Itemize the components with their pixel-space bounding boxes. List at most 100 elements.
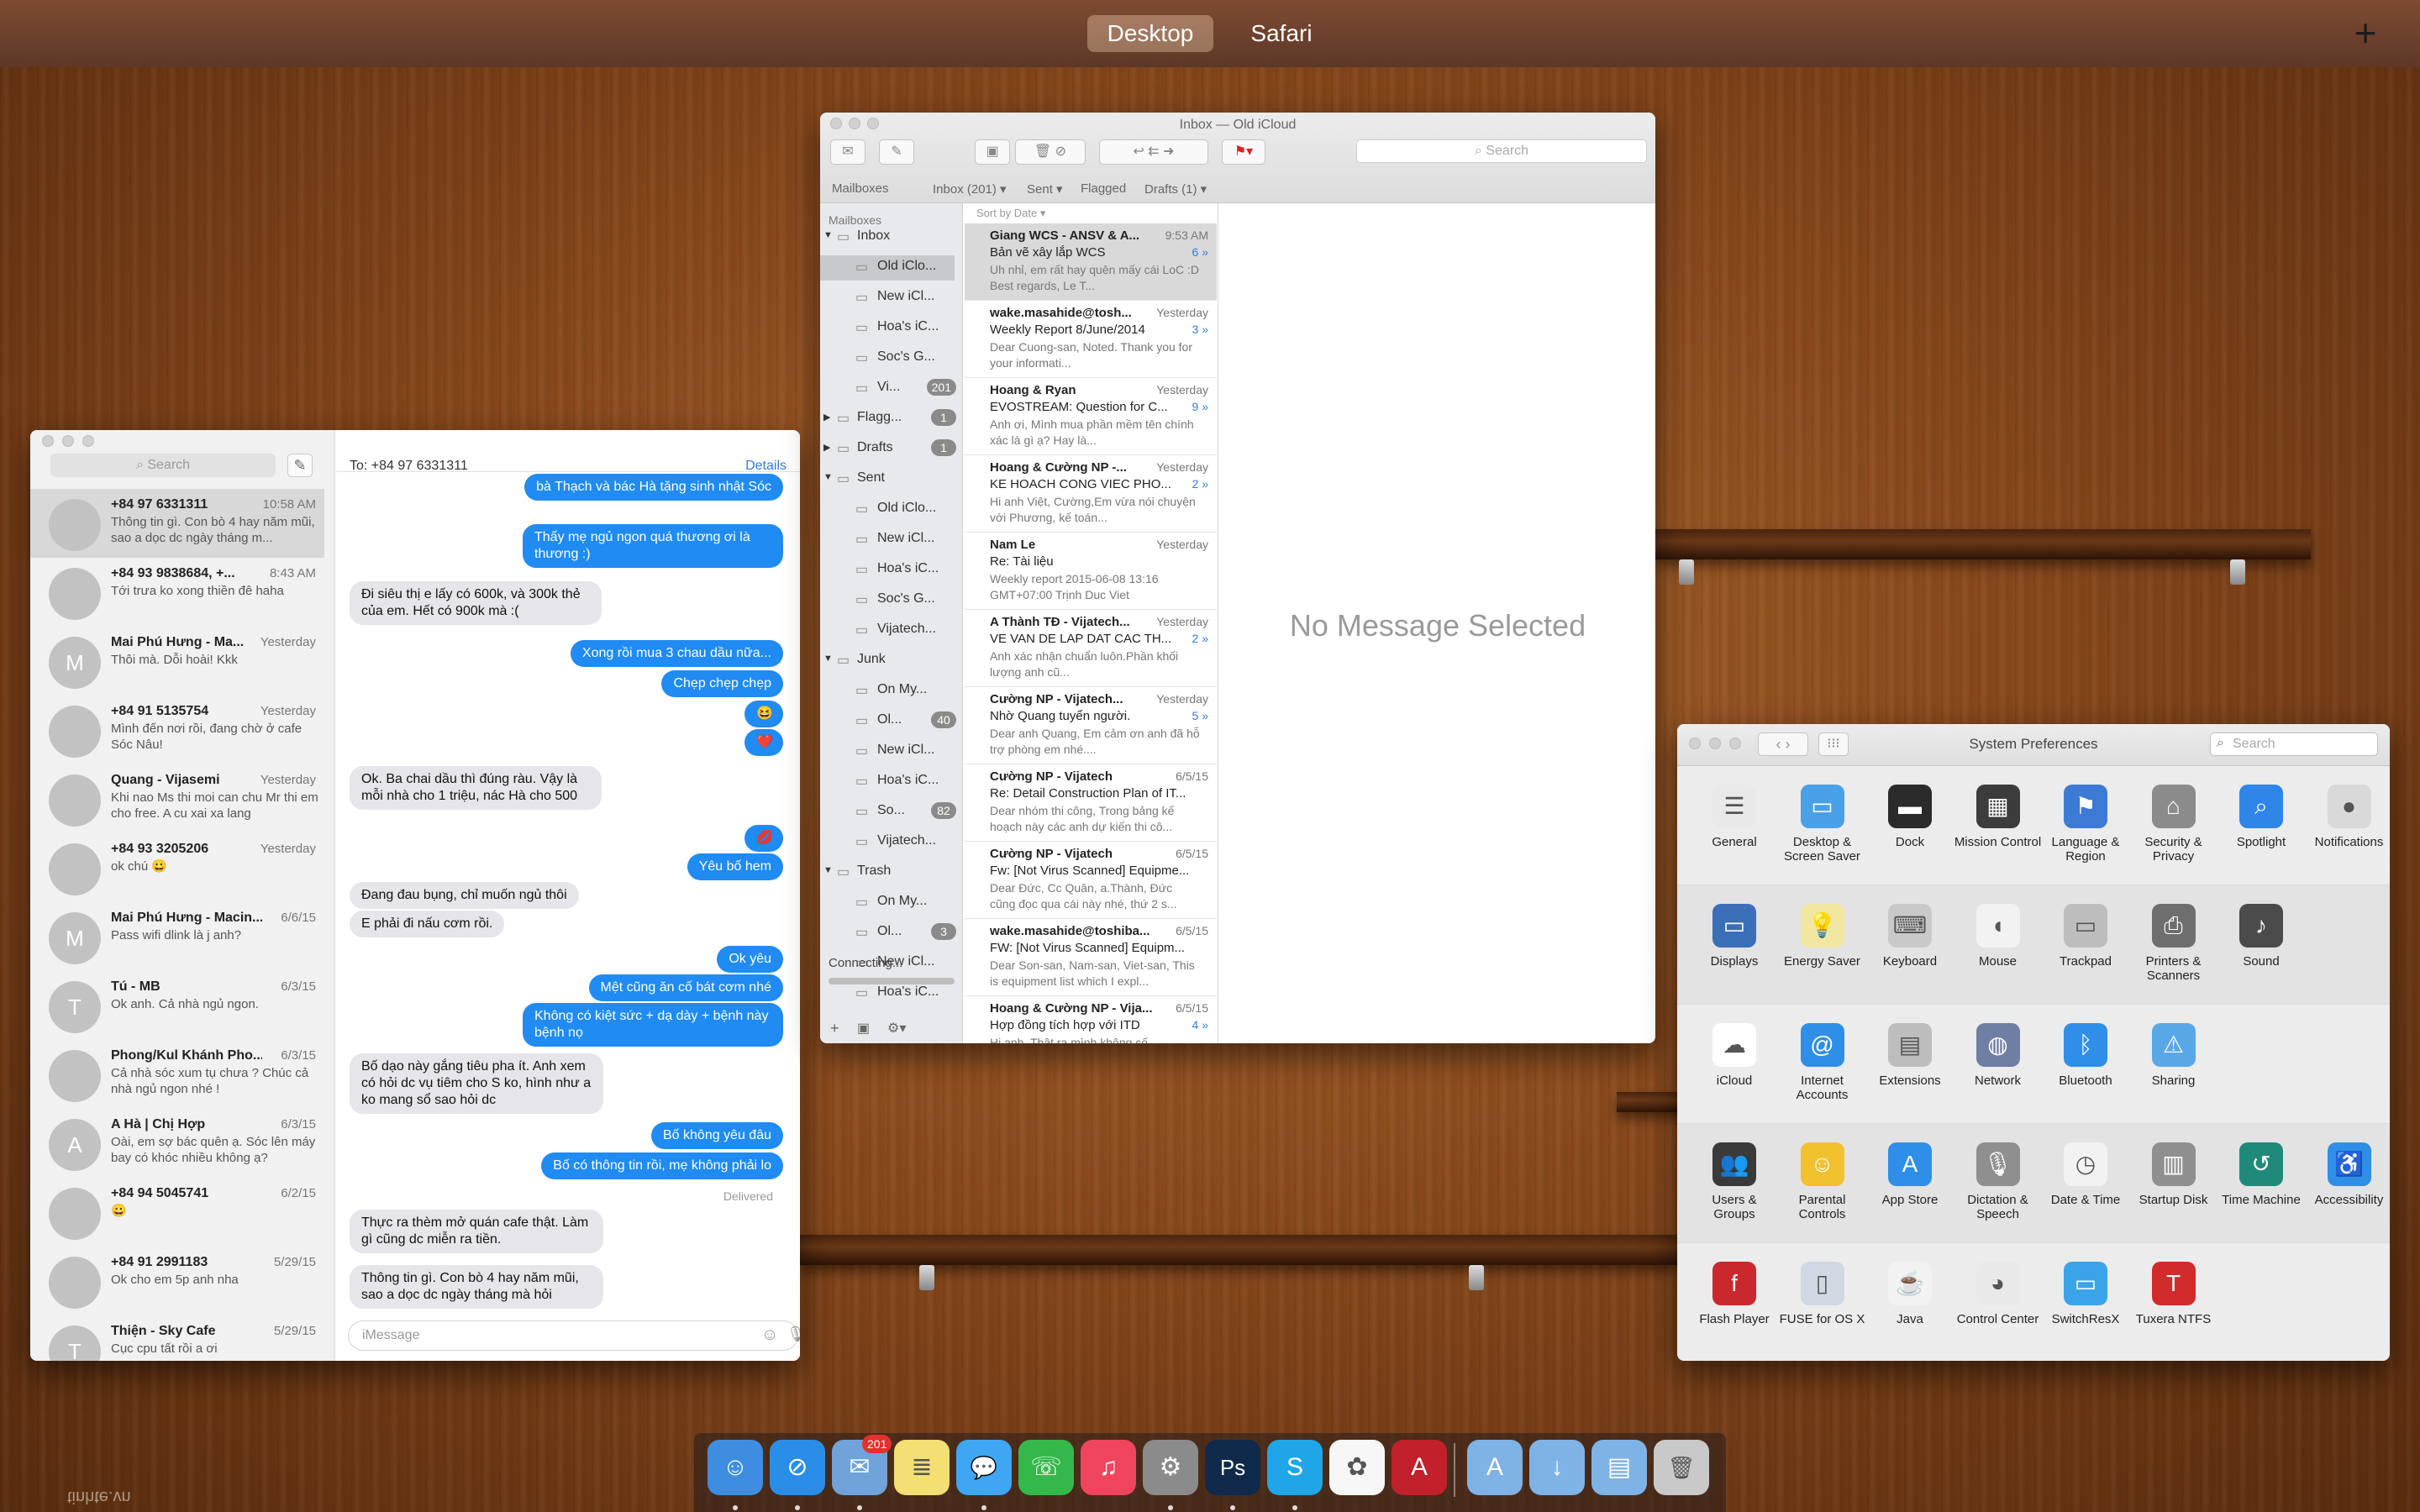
get-mail-icon[interactable]: ✉	[830, 139, 865, 165]
pref-startup-disk[interactable]: ▥ Startup Disk	[2130, 1142, 2217, 1207]
pref-accessibility[interactable]: ♿ Accessibility	[2306, 1142, 2391, 1207]
mailbox-item[interactable]: Hoa's iC...	[877, 319, 939, 334]
close-button[interactable]	[42, 435, 54, 447]
message-item[interactable]: Hoang & Cường NP -... Yesterday KE HOACH C…	[965, 455, 1217, 533]
favorite-flagged[interactable]: Flagged	[1081, 181, 1126, 196]
pref-bluetooth[interactable]: ᛒ Bluetooth	[2042, 1023, 2129, 1088]
add-mailbox-icon[interactable]: +	[830, 1020, 839, 1037]
downloads-folder-icon[interactable]: ↓	[1529, 1440, 1585, 1495]
conversation-item[interactable]: A A Hà | Chị Hợp 6/3/15 Oài, em sợ bác quên…	[30, 1109, 324, 1178]
conversation-item[interactable]: M Mai Phú Hưng - Ma... Yesterday Thôi mà. D…	[30, 627, 324, 696]
autocad-icon[interactable]: A	[1392, 1440, 1447, 1495]
mailbox-item[interactable]: On My...	[877, 894, 927, 909]
pref-notifications[interactable]: ● Notifications	[2306, 785, 2391, 849]
conversation-item[interactable]: M Mai Phú Hưng - Macin... 6/6/15 Pass wifi …	[30, 902, 324, 971]
favorite-drafts[interactable]: Drafts (1) ▾	[1144, 181, 1207, 197]
message-item[interactable]: A Thành TĐ - Vijatech... Yesterday VE VAN …	[965, 610, 1217, 687]
pref-sharing[interactable]: ⚠ Sharing	[2130, 1023, 2217, 1088]
pref-security[interactable]: ⌂ Security & Privacy	[2130, 785, 2217, 864]
safari-icon[interactable]: ⊘	[770, 1440, 825, 1495]
zoom-button[interactable]	[82, 435, 94, 447]
pref-desktop[interactable]: ▭ Desktop & Screen Saver	[1779, 785, 1866, 864]
mailbox-item[interactable]: So...	[877, 803, 905, 818]
pref-displays[interactable]: ▭ Displays	[1691, 904, 1778, 969]
pref-tuxera[interactable]: T Tuxera NTFS	[2130, 1262, 2217, 1326]
mailbox-item[interactable]: Drafts	[857, 440, 893, 455]
pref-spotlight[interactable]: ⌕ Spotlight	[2217, 785, 2305, 849]
pref-sound[interactable]: ♪ Sound	[2217, 904, 2305, 969]
messages-window[interactable]: ⌕ Search ✎ +84 97 6331311 10:58 AM Thông t…	[30, 430, 800, 1361]
pref-mouse[interactable]: ◖ Mouse	[1954, 904, 2042, 969]
pref-mission-control[interactable]: ▦ Mission Control	[1954, 785, 2042, 849]
message-item[interactable]: Hoang & Ryan Yesterday EVOSTREAM: Question…	[965, 378, 1217, 455]
mailbox-item[interactable]: Ol...	[877, 712, 902, 727]
pref-energy[interactable]: 💡 Energy Saver	[1779, 904, 1866, 969]
pref-parental[interactable]: ☺ Parental Controls	[1779, 1142, 1866, 1221]
compose-icon[interactable]: ✎	[879, 139, 914, 165]
pref-trackpad[interactable]: ▭ Trackpad	[2042, 904, 2129, 969]
pref-date-time[interactable]: ◷ Date & Time	[2042, 1142, 2129, 1207]
pref-internet-accounts[interactable]: @ Internet Accounts	[1779, 1023, 1866, 1102]
system-preferences-window[interactable]: ‹ › ⁝⁝⁝ System Preferences Search ⌕ ☰ Gen…	[1677, 724, 2390, 1361]
conversation-item[interactable]: T Thiện - Sky Cafe 5/29/15 Cục cpu tất rồi …	[30, 1315, 324, 1361]
mailbox-item[interactable]: Soc's G...	[877, 591, 935, 606]
itunes-icon[interactable]: ♫	[1081, 1440, 1136, 1495]
skype-icon[interactable]: S	[1267, 1440, 1323, 1495]
conversation-item[interactable]: Phong/Kul Khánh Pho... 6/3/15 Cả nhà sóc x…	[30, 1040, 324, 1109]
mailbox-item[interactable]: Flagg...	[857, 410, 902, 425]
disclosure-icon[interactable]: ▶	[823, 442, 830, 453]
pref-language[interactable]: ⚑ Language & Region	[2042, 785, 2129, 864]
conversation-item[interactable]: +84 93 9838684, +... 8:43 AM Tới trưa ko x…	[30, 558, 324, 627]
pref-icloud[interactable]: ☁ iCloud	[1691, 1023, 1778, 1088]
mailbox-item[interactable]: Vi...	[877, 380, 900, 395]
disclosure-icon[interactable]: ▼	[823, 230, 833, 240]
pref-switchresx[interactable]: ▭ SwitchResX	[2042, 1262, 2129, 1326]
documents-folder-icon[interactable]: ▤	[1591, 1440, 1647, 1495]
disclosure-icon[interactable]: ▼	[823, 472, 833, 482]
notes-icon[interactable]: ≣	[894, 1440, 950, 1495]
mailbox-item[interactable]: Inbox	[857, 228, 890, 244]
conversation-item[interactable]: Quang - Vijasemi Yesterday Khi nao Ms thi …	[30, 764, 324, 833]
system-preferences-icon[interactable]: ⚙	[1143, 1440, 1198, 1495]
pref-dock[interactable]: ▬ Dock	[1866, 785, 1954, 849]
message-item[interactable]: Hoang & Cường NP - Vija... 6/5/15 Hợp đồng…	[965, 996, 1217, 1043]
sysprefs-search-input[interactable]: Search	[2210, 732, 2378, 756]
pref-time-machine[interactable]: ↺ Time Machine	[2217, 1142, 2305, 1207]
emoji-icon[interactable]: ☺	[761, 1326, 778, 1345]
details-link[interactable]: Details	[745, 459, 786, 474]
pref-extensions[interactable]: ▤ Extensions	[1866, 1023, 1954, 1088]
reply-forward-icon[interactable]: ↩ ⇇ ➜	[1099, 139, 1208, 165]
pref-flash[interactable]: f Flash Player	[1691, 1262, 1778, 1326]
photoshop-icon[interactable]: Ps	[1205, 1440, 1260, 1495]
message-item[interactable]: wake.masahide@tosh... Yesterday Weekly Rep…	[965, 301, 1217, 378]
conversation-item[interactable]: +84 91 2991183 5/29/15 Ok cho em 5p anh nh…	[30, 1247, 324, 1315]
gear-icon[interactable]: ⚙▾	[887, 1020, 906, 1037]
favorite-inbox[interactable]: Inbox (201) ▾	[933, 181, 1007, 197]
trash-icon[interactable]: 🗑	[1654, 1440, 1709, 1495]
applications-folder-icon[interactable]: A	[1467, 1440, 1523, 1495]
disclosure-icon[interactable]: ▶	[823, 412, 830, 423]
disclosure-icon[interactable]: ▼	[823, 654, 833, 664]
archive-icon[interactable]: ▣	[975, 139, 1010, 165]
space-tab-desktop[interactable]: Desktop	[1087, 15, 1213, 52]
message-item[interactable]: Cường NP - Vijatech... Yesterday Nhờ Quang…	[965, 687, 1217, 764]
mailbox-item[interactable]: On My...	[877, 682, 927, 697]
activity-icon[interactable]: ▣	[857, 1020, 870, 1037]
mailbox-item[interactable]: Old iClo...	[877, 259, 936, 274]
recipient-field[interactable]: To: +84 97 6331311	[350, 459, 468, 474]
message-item[interactable]: Nam Le Yesterday Re: Tài liệu Weekly report…	[965, 533, 1217, 610]
mailbox-item[interactable]: Hoa's iC...	[877, 561, 939, 576]
facetime-icon[interactable]: ☏	[1018, 1440, 1074, 1495]
pref-users[interactable]: 👥 Users & Groups	[1691, 1142, 1778, 1221]
pref-java[interactable]: ☕ Java	[1866, 1262, 1954, 1326]
microphone-icon[interactable]: 🎙	[786, 1326, 800, 1343]
mailbox-item[interactable]: Ol...	[877, 924, 902, 939]
conversation-item[interactable]: +84 97 6331311 10:58 AM Thông tin gì. Con …	[30, 489, 324, 558]
pref-logitech[interactable]: ◕ Control Center	[1954, 1262, 2042, 1326]
sort-control[interactable]: Sort by Date ▾	[976, 207, 1045, 220]
pref-app-store[interactable]: A App Store	[1866, 1142, 1954, 1207]
add-space-button[interactable]: +	[2349, 12, 2382, 54]
mailbox-item[interactable]: Sent	[857, 470, 885, 486]
conversation-item[interactable]: +84 94 5045741 6/2/15 😀	[30, 1178, 324, 1247]
mail-search-input[interactable]: ⌕ Search	[1356, 139, 1647, 163]
